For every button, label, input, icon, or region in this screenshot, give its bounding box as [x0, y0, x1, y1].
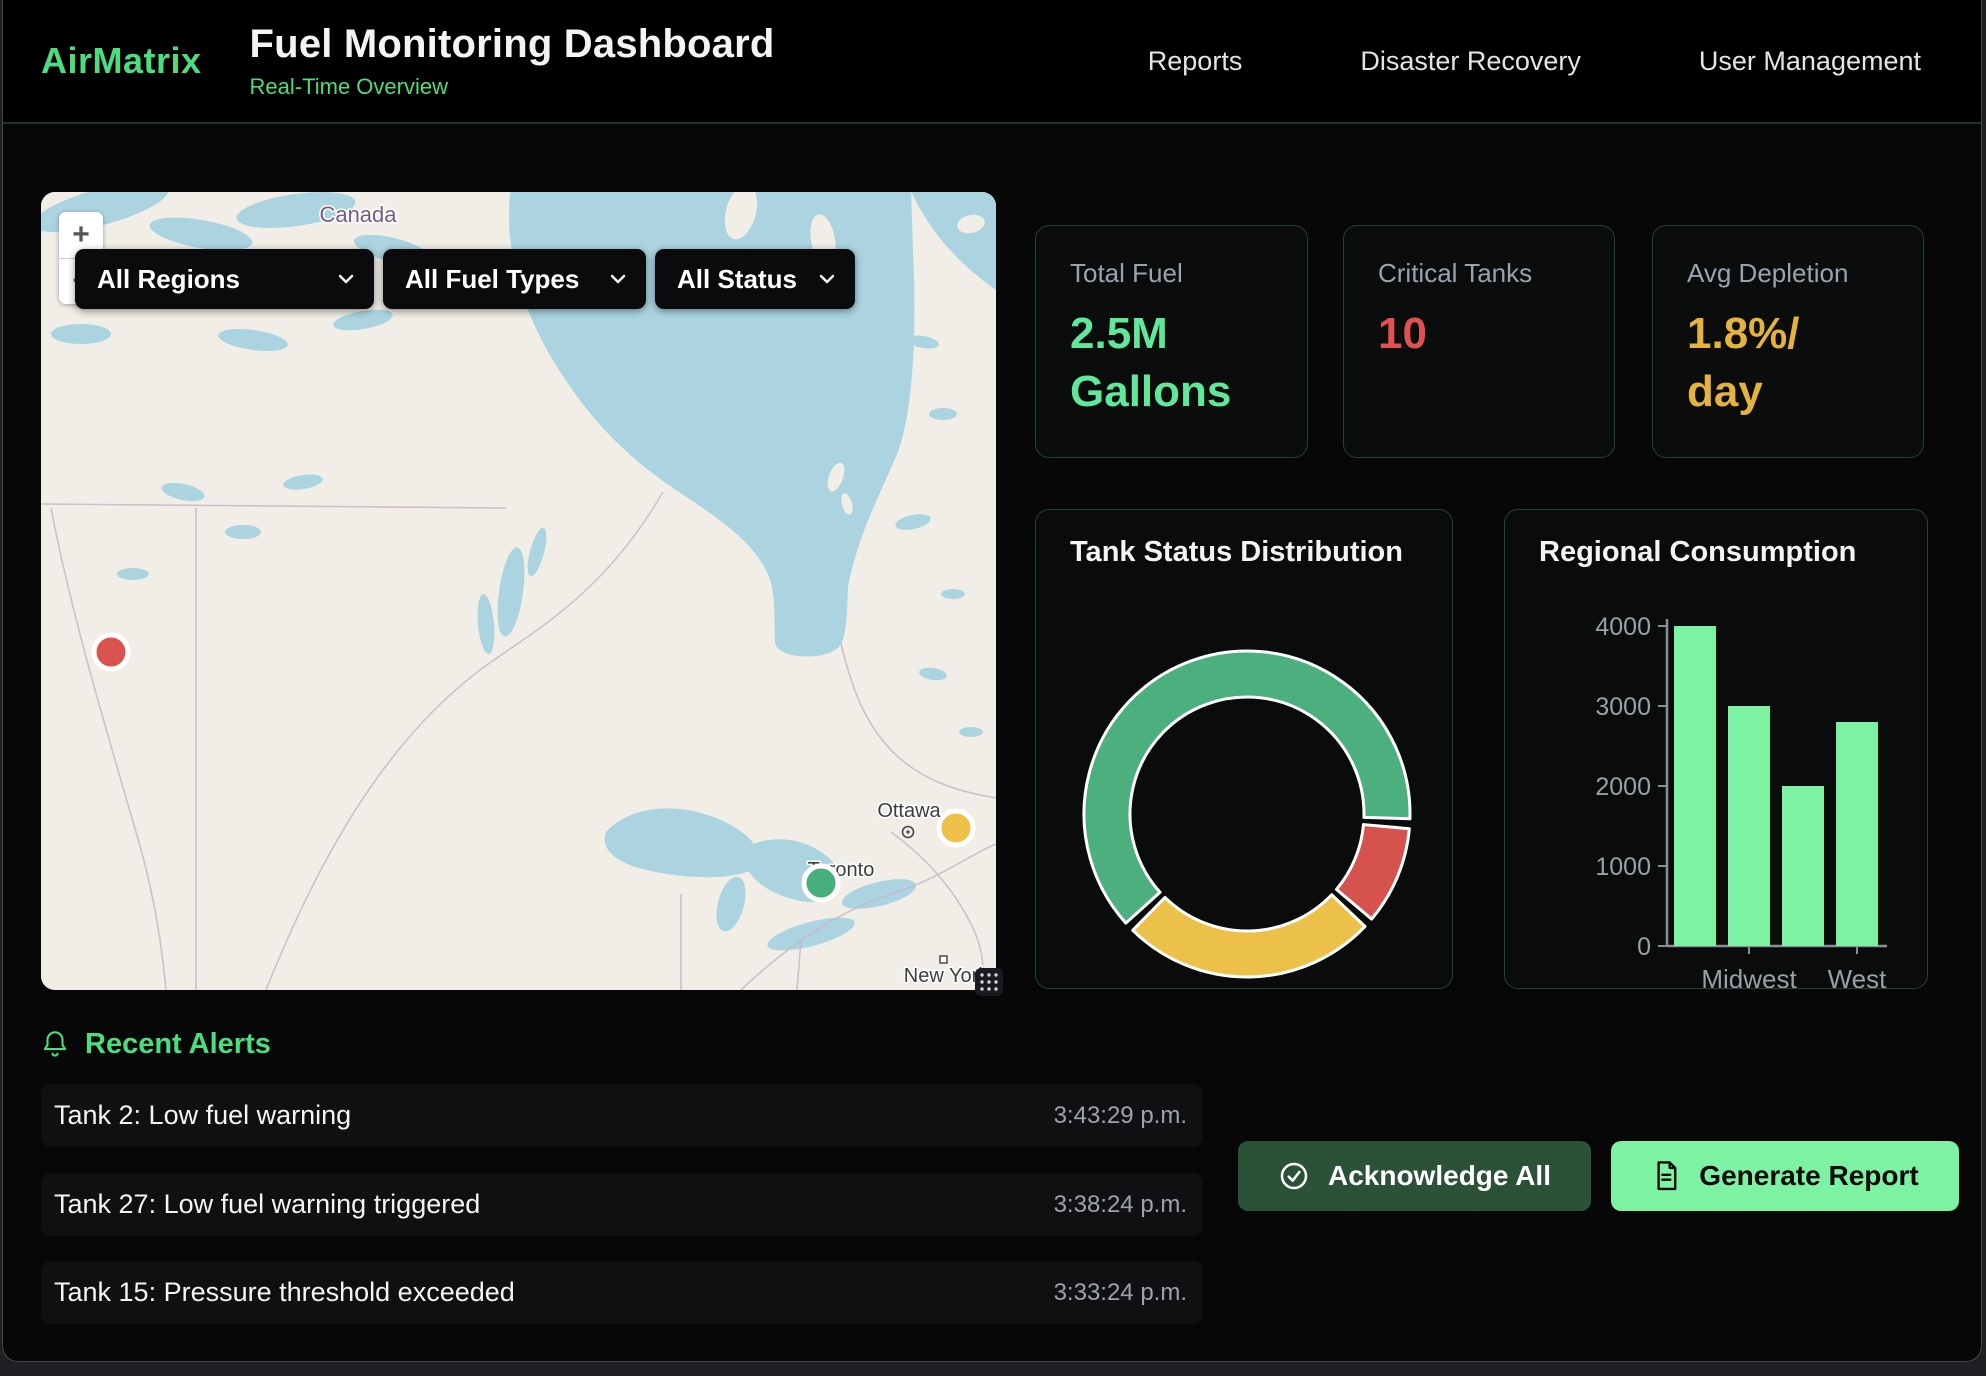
- alert-time: 3:43:29 p.m.: [1054, 1102, 1187, 1130]
- dashboard-root: AirMatrix Fuel Monitoring Dashboard Real…: [2, 0, 1982, 1362]
- svg-text:4000: 4000: [1595, 613, 1651, 641]
- fuel-type-filter-dropdown[interactable]: All Fuel Types: [383, 249, 646, 309]
- map-resize-handle[interactable]: [975, 968, 1003, 996]
- alert-text: Tank 2: Low fuel warning: [54, 1100, 351, 1131]
- chevron-down-icon: [338, 274, 354, 284]
- check-circle-icon: [1278, 1160, 1310, 1192]
- main-nav: Reports Disaster Recovery User Managemen…: [1148, 46, 1921, 77]
- map-panel: Canada Ottawa Toronto New York + − All R…: [41, 192, 996, 990]
- status-filter-value: All Status: [677, 264, 797, 295]
- chevron-down-icon: [610, 274, 626, 284]
- bar: [1782, 786, 1824, 946]
- bar: [1674, 626, 1716, 946]
- generate-report-button[interactable]: Generate Report: [1611, 1141, 1959, 1211]
- stat-value: 1.8%/ day: [1687, 305, 1889, 421]
- bar-chart: 0 1000 2000 3000 4000 Midwest West: [1505, 510, 1929, 988]
- stat-label: Critical Tanks: [1378, 258, 1580, 289]
- title-block: Fuel Monitoring Dashboard Real-Time Over…: [250, 22, 775, 100]
- map-marker-normal[interactable]: [804, 866, 838, 900]
- nav-reports[interactable]: Reports: [1148, 46, 1243, 77]
- alert-row[interactable]: Tank 2: Low fuel warning 3:43:29 p.m.: [41, 1084, 1203, 1147]
- svg-text:West: West: [1828, 964, 1888, 988]
- regional-consumption-panel: Regional Consumption 01000200030004000Mi…: [1504, 509, 1928, 989]
- alert-row[interactable]: Tank 27: Low fuel warning triggered 3:38…: [41, 1173, 1203, 1236]
- ottawa-town-icon-dot: [906, 830, 909, 833]
- alert-text: Tank 27: Low fuel warning triggered: [54, 1189, 480, 1220]
- nav-user-management[interactable]: User Management: [1699, 46, 1921, 77]
- fuel-type-filter-value: All Fuel Types: [405, 264, 579, 295]
- alert-time: 3:38:24 p.m.: [1054, 1191, 1187, 1219]
- app-logo: AirMatrix: [41, 40, 202, 82]
- donut-segment-warning: [1133, 895, 1365, 977]
- document-icon: [1651, 1160, 1681, 1192]
- drag-dots-icon: [978, 971, 1000, 993]
- new-york-town-icon: [940, 956, 947, 963]
- stat-card-total-fuel: Total Fuel 2.5M Gallons: [1035, 225, 1308, 458]
- stat-label: Avg Depletion: [1687, 258, 1889, 289]
- svg-text:Midwest: Midwest: [1701, 964, 1797, 988]
- page-title: Fuel Monitoring Dashboard: [250, 22, 775, 67]
- map-label-canada: Canada: [319, 202, 397, 227]
- map-label-ottawa: Ottawa: [877, 800, 941, 822]
- svg-text:0: 0: [1637, 933, 1651, 961]
- alert-text: Tank 15: Pressure threshold exceeded: [54, 1277, 515, 1308]
- bell-icon: [41, 1030, 69, 1060]
- map-canvas[interactable]: Canada Ottawa Toronto New York: [41, 192, 996, 990]
- acknowledge-all-button[interactable]: Acknowledge All: [1238, 1141, 1591, 1211]
- stat-value: 10: [1378, 305, 1580, 363]
- recent-alerts-title: Recent Alerts: [85, 1028, 271, 1061]
- svg-text:3000: 3000: [1595, 693, 1651, 721]
- bar: [1728, 706, 1770, 946]
- map-marker-warning[interactable]: [939, 811, 973, 845]
- stat-card-critical-tanks: Critical Tanks 10: [1343, 225, 1615, 458]
- nav-disaster-recovery[interactable]: Disaster Recovery: [1360, 46, 1581, 77]
- svg-text:1000: 1000: [1595, 853, 1651, 881]
- stat-label: Total Fuel: [1070, 258, 1273, 289]
- region-filter-value: All Regions: [97, 264, 240, 295]
- bar: [1836, 722, 1878, 946]
- donut-segment-critical: [1336, 825, 1409, 919]
- header: AirMatrix Fuel Monitoring Dashboard Real…: [3, 0, 1981, 124]
- status-filter-dropdown[interactable]: All Status: [655, 249, 855, 309]
- region-filter-dropdown[interactable]: All Regions: [75, 249, 374, 309]
- stat-card-avg-depletion: Avg Depletion 1.8%/ day: [1652, 225, 1924, 458]
- alert-row[interactable]: Tank 15: Pressure threshold exceeded 3:3…: [41, 1261, 1203, 1324]
- donut-chart: [1036, 510, 1454, 988]
- stat-value: 2.5M Gallons: [1070, 305, 1273, 421]
- recent-alerts-header: Recent Alerts: [41, 1028, 271, 1061]
- tank-status-panel: Tank Status Distribution: [1035, 509, 1453, 989]
- chevron-down-icon: [819, 274, 835, 284]
- map-marker-critical[interactable]: [94, 635, 128, 669]
- alert-time: 3:33:24 p.m.: [1054, 1279, 1187, 1307]
- page-subtitle: Real-Time Overview: [250, 74, 775, 100]
- svg-text:2000: 2000: [1595, 773, 1651, 801]
